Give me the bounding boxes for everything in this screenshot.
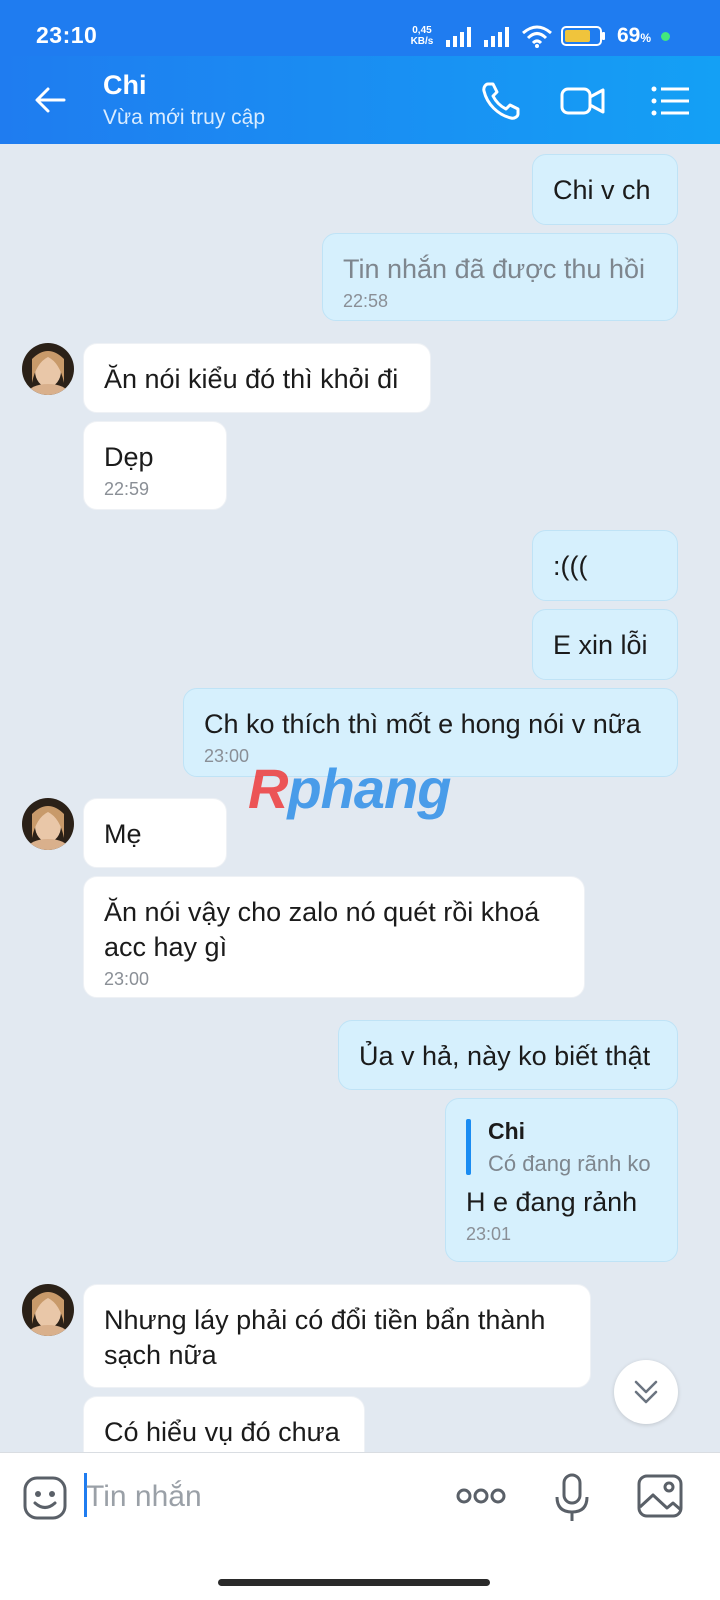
signal-icon xyxy=(483,27,509,47)
message-bubble-recalled[interactable]: Tin nhắn đã được thu hồi 22:58 xyxy=(322,233,678,321)
message-time: 22:59 xyxy=(104,479,150,499)
message-bubble-sent[interactable]: Ủa v hả, này ko biết thật xyxy=(338,1020,678,1090)
network-speed: 0,45 KB/s xyxy=(407,25,437,47)
message-text: Có hiểu vụ đó chưa xyxy=(104,1417,340,1447)
message-text: Ủa v hả, này ko biết thật xyxy=(359,1041,651,1071)
image-gallery-icon[interactable] xyxy=(636,1473,684,1519)
message-text: Ch ko thích thì mốt e hong nói v nữa xyxy=(204,709,641,739)
contact-name[interactable]: Chi xyxy=(103,70,147,101)
video-camera-icon[interactable] xyxy=(560,78,606,124)
battery-icon xyxy=(560,26,605,46)
network-speed-unit: KB/s xyxy=(410,36,434,47)
message-bubble-sent[interactable]: E xin lỗi xyxy=(532,609,678,680)
message-time: 23:00 xyxy=(104,969,150,989)
more-options-icon[interactable] xyxy=(456,1481,506,1511)
message-bubble-received[interactable]: Mẹ xyxy=(83,798,227,868)
wifi-icon xyxy=(521,25,552,48)
avatar[interactable] xyxy=(22,1284,74,1336)
status-indicators: 0,45 KB/s 69% xyxy=(407,22,670,50)
message-text: E xin lỗi xyxy=(553,630,648,660)
chat-header: Chi Vừa mới truy cập xyxy=(0,56,720,144)
microphone-icon[interactable] xyxy=(552,1473,592,1523)
message-list[interactable]: Chi v ch Tin nhắn đã được thu hồi 22:58 … xyxy=(0,144,720,1482)
back-arrow-icon[interactable] xyxy=(30,80,70,120)
message-text: Dẹp xyxy=(104,442,154,472)
message-text: Ăn nói vậy cho zalo nó quét rồi khoá acc… xyxy=(104,897,540,962)
avatar[interactable] xyxy=(22,798,74,850)
message-bubble-received[interactable]: Nhưng láy phải có đổi tiền bẩn thành sạc… xyxy=(83,1284,591,1388)
message-bubble-sent[interactable]: Chi v ch xyxy=(532,154,678,225)
message-bubble-reply[interactable]: Chi Có đang rãnh ko H e đang rảnh 23:01 xyxy=(445,1098,678,1262)
quote-text: Có đang rãnh ko xyxy=(488,1151,651,1176)
message-bubble-received[interactable]: Ăn nói kiểu đó thì khỏi đi xyxy=(83,343,431,413)
quote-bar xyxy=(466,1119,471,1175)
message-text: Mẹ xyxy=(104,819,142,849)
menu-list-icon[interactable] xyxy=(648,78,694,124)
status-time: 23:10 xyxy=(36,22,98,48)
contact-status: Vừa mới truy cập xyxy=(103,106,266,129)
scroll-down-button[interactable] xyxy=(614,1360,678,1424)
emoji-icon[interactable] xyxy=(22,1475,68,1521)
quoted-message[interactable]: Chi Có đang rãnh ko xyxy=(466,1117,657,1179)
signal-icon xyxy=(445,27,471,47)
message-bubble-received[interactable]: Dẹp 22:59 xyxy=(83,421,227,510)
message-bubble-received[interactable]: Ăn nói vậy cho zalo nó quét rồi khoá acc… xyxy=(83,876,585,998)
message-text: :((( xyxy=(553,551,588,581)
avatar[interactable] xyxy=(22,343,74,395)
status-dot xyxy=(661,31,670,41)
watermark-logo: Rphang xyxy=(248,757,451,820)
status-bar: 23:10 0,45 KB/s 69% xyxy=(0,0,720,56)
phone-icon[interactable] xyxy=(478,78,524,124)
message-time: 23:01 xyxy=(466,1224,512,1244)
message-text: Tin nhắn đã được thu hồi xyxy=(343,254,645,284)
message-time: 22:58 xyxy=(343,291,389,311)
message-input-bar xyxy=(0,1452,720,1600)
battery-percent: 69% xyxy=(616,24,651,47)
quote-author: Chi xyxy=(488,1118,526,1144)
message-text: H e đang rảnh xyxy=(466,1187,638,1217)
network-speed-value: 0,45 xyxy=(412,25,432,36)
message-input[interactable] xyxy=(86,1473,426,1521)
message-text: Ăn nói kiểu đó thì khỏi đi xyxy=(104,364,399,394)
message-text: Nhưng láy phải có đổi tiền bẩn thành sạc… xyxy=(104,1305,546,1370)
message-text: Chi v ch xyxy=(553,175,651,205)
double-chevron-down-icon xyxy=(634,1380,658,1404)
message-bubble-sent[interactable]: :((( xyxy=(532,530,678,601)
home-indicator[interactable] xyxy=(218,1579,490,1586)
